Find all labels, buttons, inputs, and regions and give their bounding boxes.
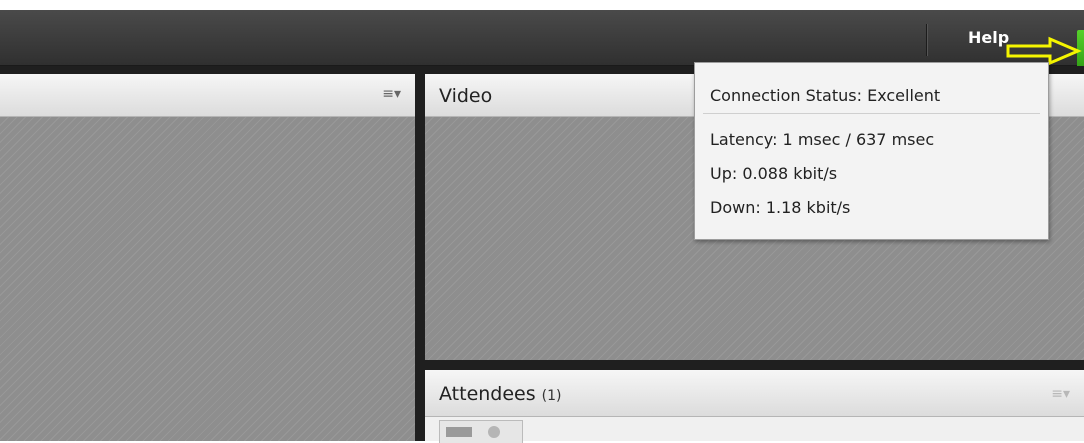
- connection-status-popup: Connection Status: Excellent Latency: 1 …: [694, 62, 1049, 240]
- attendees-options-icon[interactable]: ≡▾: [1051, 386, 1070, 402]
- upload-rate-text: Up: 0.088 kbit/s: [710, 164, 838, 183]
- attendees-pod: Attendees (1) ≡▾: [425, 370, 1084, 443]
- video-pod-title: Video: [439, 85, 493, 107]
- attendees-pod-header: Attendees (1) ≡▾: [425, 370, 1084, 417]
- share-pod-header: ≡▾: [0, 74, 415, 117]
- attendees-pod-title: Attendees (1): [439, 383, 562, 405]
- connection-status-text: Connection Status: Excellent: [710, 86, 941, 105]
- download-rate-text: Down: 1.18 kbit/s: [710, 198, 851, 217]
- pod-options-icon[interactable]: ≡▾: [382, 86, 401, 102]
- help-menu[interactable]: Help: [968, 28, 1010, 47]
- application-menu-bar: Help: [0, 10, 1084, 74]
- attendee-count: (1): [541, 388, 562, 404]
- person-icon[interactable]: [488, 426, 500, 438]
- menu-separator: [926, 24, 927, 56]
- list-view-icon[interactable]: [446, 427, 472, 437]
- popup-divider: [703, 113, 1040, 114]
- latency-text: Latency: 1 msec / 637 msec: [710, 130, 935, 149]
- share-pod: ≡▾: [0, 74, 415, 441]
- attendee-view-tabs[interactable]: [439, 420, 523, 443]
